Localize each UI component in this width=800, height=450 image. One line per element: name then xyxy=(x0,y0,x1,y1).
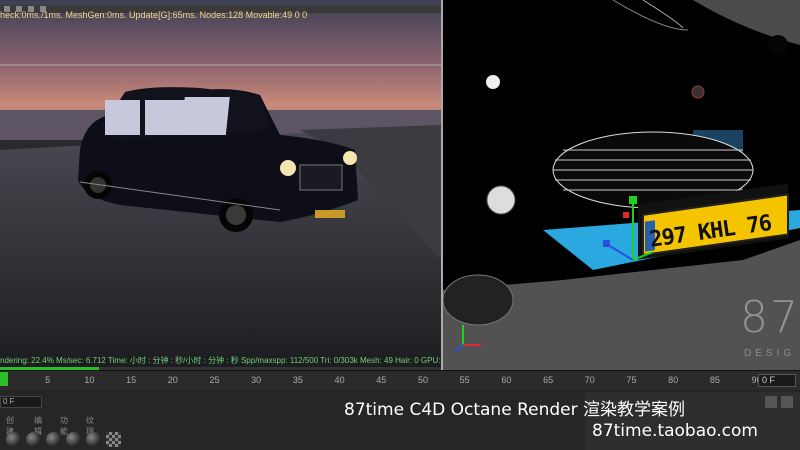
watermark-logo: 87 xyxy=(740,292,800,343)
timeline-tick-label: 20 xyxy=(167,375,178,385)
timeline-tick-label: 75 xyxy=(626,375,637,385)
start-frame-field[interactable]: 0 F xyxy=(0,396,42,408)
timeline-tick-label: 35 xyxy=(292,375,303,385)
timeline-tick-label: 40 xyxy=(334,375,345,385)
panel-icon[interactable] xyxy=(781,396,793,408)
timeline-tick-label: 80 xyxy=(668,375,679,385)
timeline-tick-label: 70 xyxy=(584,375,595,385)
timeline-tick-label: 60 xyxy=(501,375,512,385)
timeline-tick-label: 30 xyxy=(251,375,262,385)
tutorial-title-overlay: 87time C4D Octane Render 渲染教学案例 xyxy=(344,400,685,420)
material-swatch[interactable] xyxy=(66,432,81,447)
current-frame-field[interactable]: 0 F xyxy=(758,374,796,387)
timeline-tick-label: 45 xyxy=(376,375,387,385)
material-swatch[interactable] xyxy=(6,432,21,447)
material-swatch[interactable] xyxy=(86,432,101,447)
tutorial-url-overlay: 87time.taobao.com xyxy=(592,421,758,441)
render-viewport[interactable] xyxy=(0,0,443,370)
timeline-tick-label: 50 xyxy=(417,375,429,385)
material-swatch[interactable] xyxy=(46,432,61,447)
timeline-tick-label: 55 xyxy=(459,375,470,385)
watermark-subtext: DESIG xyxy=(744,348,796,359)
timeline-tick-label: 85 xyxy=(709,375,720,385)
timeline-playhead[interactable] xyxy=(0,372,8,386)
render-scene xyxy=(0,0,441,370)
timeline-ruler[interactable]: 051015202530354045505560657075808590 xyxy=(0,370,800,391)
material-swatch[interactable] xyxy=(26,432,41,447)
timeline-tick-label: 25 xyxy=(209,375,220,385)
panel-icon[interactable] xyxy=(765,396,777,408)
timeline-tick-label: 5 xyxy=(45,375,51,385)
render-stats-text: heck:0ms./1ms. MeshGen:0ms. Update[G]:65… xyxy=(0,10,308,20)
timeline-tick-label: 10 xyxy=(84,375,95,385)
timeline-tick-label: 65 xyxy=(543,375,554,385)
viewport-toolbar[interactable] xyxy=(0,0,441,13)
render-status-bar: ndering: 22.4% Ms/sec: 6.712 Time: 小时 : … xyxy=(0,356,441,365)
timeline-tick-label: 15 xyxy=(126,375,137,385)
checker-material-swatch[interactable] xyxy=(106,432,121,447)
